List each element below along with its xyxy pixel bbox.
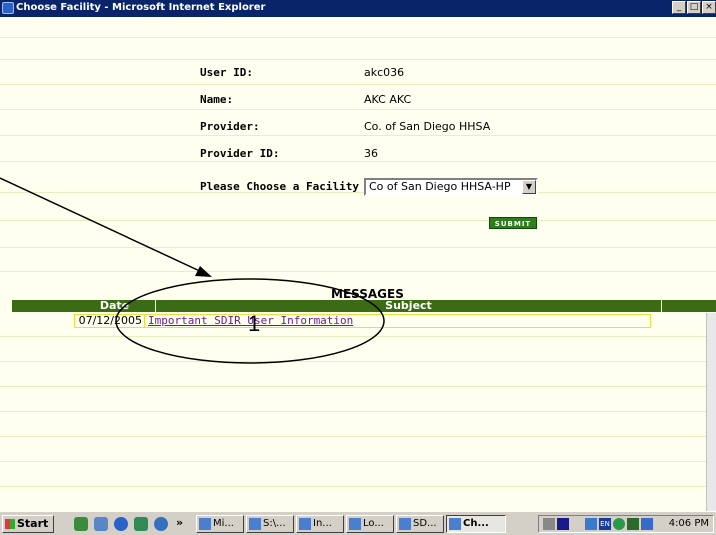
app-icon xyxy=(249,518,261,530)
provider-label: Provider: xyxy=(200,120,260,133)
column-header-subject: Subject xyxy=(156,300,662,312)
user-id-label: User ID: xyxy=(200,66,253,79)
facility-select-value: Co of San Diego HHSA-HP xyxy=(369,180,511,193)
dropdown-arrow-icon[interactable]: ▼ xyxy=(522,180,536,194)
task-label: Lo... xyxy=(363,518,384,529)
divider xyxy=(0,461,716,462)
start-label: Start xyxy=(17,517,49,530)
divider xyxy=(0,247,716,248)
windows-flag-icon xyxy=(5,519,15,529)
divider xyxy=(0,84,716,85)
divider xyxy=(0,109,716,110)
provider-id-label: Provider ID: xyxy=(200,147,280,160)
ie-icon xyxy=(2,2,14,14)
window-controls: _ □ × xyxy=(672,1,716,14)
facility-label: Please Choose a Facility xyxy=(200,180,359,193)
submit-button[interactable]: SUBMIT xyxy=(489,217,537,229)
task-label: Mi... xyxy=(213,518,234,529)
column-header-date: Date xyxy=(74,300,156,312)
quicklaunch-icon[interactable] xyxy=(154,517,168,531)
tray-icon[interactable] xyxy=(585,518,597,530)
window-title: Choose Facility - Microsoft Internet Exp… xyxy=(16,2,266,13)
divider xyxy=(0,411,716,412)
facility-select[interactable]: Co of San Diego HHSA-HP ▼ xyxy=(364,178,538,196)
task-label: S:\... xyxy=(263,518,286,529)
task-label: In... xyxy=(313,518,332,529)
app-icon xyxy=(449,518,461,530)
name-value: AKC AKC xyxy=(364,93,412,106)
tray-icon[interactable] xyxy=(613,518,625,530)
divider xyxy=(0,486,716,487)
app-icon xyxy=(399,518,411,530)
taskbar-button[interactable]: Lo... xyxy=(346,515,394,533)
app-icon xyxy=(349,518,361,530)
user-id-value: akc036 xyxy=(364,66,405,79)
name-label: Name: xyxy=(200,93,234,106)
quicklaunch-icon[interactable] xyxy=(74,517,88,531)
language-indicator[interactable]: EN xyxy=(599,518,611,530)
divider xyxy=(0,271,716,272)
clock: 4:06 PM xyxy=(668,518,709,529)
quicklaunch-chevron[interactable]: » xyxy=(176,516,183,529)
taskbar-button-active[interactable]: Ch... xyxy=(446,515,506,533)
tray-icon[interactable] xyxy=(627,518,639,530)
close-button[interactable]: × xyxy=(702,1,716,14)
provider-value: Co. of San Diego HHSA xyxy=(364,120,491,133)
provider-id-value: 36 xyxy=(364,147,378,160)
maximize-button[interactable]: □ xyxy=(687,1,701,14)
message-row: 07/12/2005 Important SDIR User Informati… xyxy=(74,314,651,328)
divider xyxy=(0,37,716,38)
minimize-button[interactable]: _ xyxy=(672,1,686,14)
app-icon xyxy=(299,518,311,530)
divider xyxy=(0,59,716,60)
divider xyxy=(0,436,716,437)
taskbar-button[interactable]: Mi... xyxy=(196,515,244,533)
quicklaunch-icon[interactable] xyxy=(94,517,108,531)
divider xyxy=(0,161,716,162)
start-button[interactable]: Start xyxy=(2,515,54,533)
app-icon xyxy=(199,518,211,530)
divider xyxy=(0,361,716,362)
message-date: 07/12/2005 xyxy=(75,315,145,327)
tray-icon[interactable] xyxy=(641,518,653,530)
title-bar: Choose Facility - Microsoft Internet Exp… xyxy=(0,0,716,17)
divider xyxy=(0,220,716,221)
divider xyxy=(0,135,716,136)
messages-header: Date Subject xyxy=(12,300,716,312)
taskbar: Start » Mi... S:\... In... Lo... SD... C… xyxy=(0,511,716,535)
quicklaunch-icon[interactable] xyxy=(134,517,148,531)
task-label: Ch... xyxy=(463,518,489,529)
divider xyxy=(0,386,716,387)
task-label: SD... xyxy=(413,518,437,529)
page-content: User ID: akc036 Name: AKC AKC Provider: … xyxy=(0,17,716,511)
vertical-scrollbar[interactable] xyxy=(706,313,716,511)
taskbar-button[interactable]: SD... xyxy=(396,515,444,533)
taskbar-button[interactable]: S:\... xyxy=(246,515,294,533)
divider xyxy=(0,336,716,337)
annotation-number: 1 xyxy=(248,311,261,336)
system-tray: EN 4:06 PM xyxy=(538,515,714,533)
taskbar-button[interactable]: In... xyxy=(296,515,344,533)
network-icon[interactable] xyxy=(557,518,569,530)
speaker-icon[interactable] xyxy=(543,518,555,530)
ie-icon[interactable] xyxy=(114,517,128,531)
